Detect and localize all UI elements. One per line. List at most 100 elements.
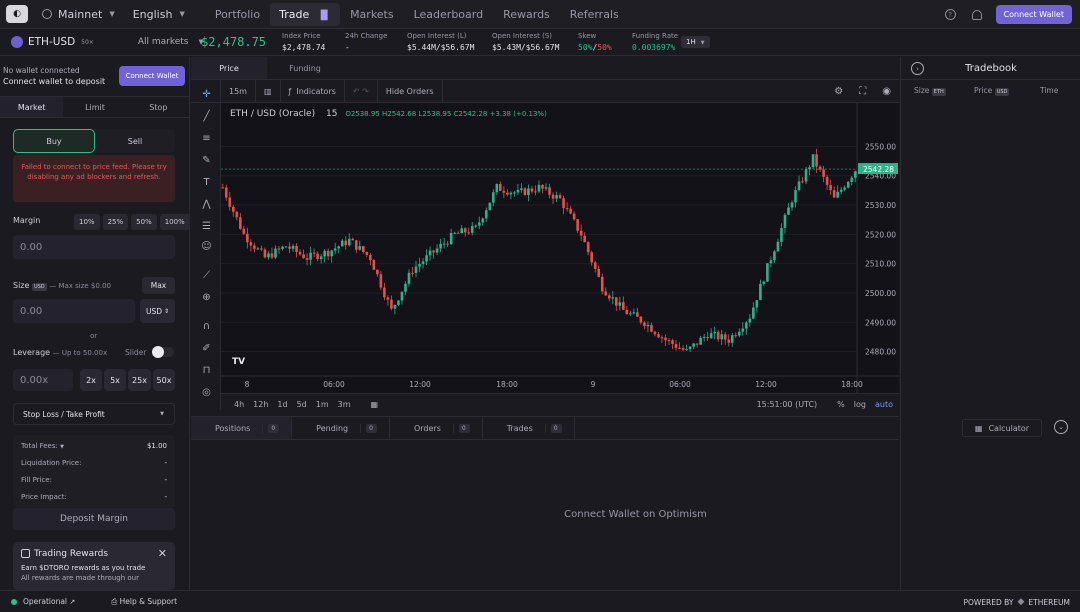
market-name[interactable]: ETH-USD — [28, 36, 75, 48]
candle-body — [755, 300, 759, 308]
undo-redo-icon[interactable]: ↶ ↷ — [345, 79, 378, 103]
status-text[interactable]: Operational ↗ — [23, 597, 75, 606]
bell-icon[interactable] — [971, 9, 982, 20]
range-1m[interactable]: 1m — [316, 400, 329, 409]
nav-leaderboard[interactable]: Leaderboard — [404, 8, 493, 21]
leverage-25x-button[interactable]: 25x — [128, 369, 151, 391]
chevron-down-icon[interactable]: ⌄ — [1054, 420, 1068, 434]
network-selector[interactable]: Mainnet ▼ — [42, 8, 115, 21]
close-icon[interactable]: ✕ — [158, 547, 167, 560]
candle-body — [695, 343, 699, 345]
tab-price[interactable]: Price — [191, 57, 267, 79]
leverage-5x-button[interactable]: 5x — [104, 369, 126, 391]
crosshair-icon[interactable]: ✛ — [200, 88, 213, 101]
leverage-input[interactable]: 0.00x — [13, 369, 73, 391]
nav-rewards[interactable]: Rewards — [493, 8, 560, 21]
interval-select[interactable]: 15m — [221, 79, 256, 103]
nav-trade[interactable]: Trade ▐▌ — [270, 2, 341, 26]
chain-label: ETHEREUM — [1028, 597, 1070, 607]
slider-toggle[interactable] — [152, 346, 174, 358]
nav-markets[interactable]: Markets — [340, 8, 404, 21]
zoom-icon[interactable]: ⊕ — [200, 291, 213, 304]
nav-referrals[interactable]: Referrals — [560, 8, 629, 21]
size-unit-tag: USD — [31, 283, 47, 291]
candle-body — [618, 302, 622, 306]
magnet-icon[interactable]: ∩ — [200, 320, 213, 333]
pattern-icon[interactable]: ⋀ — [200, 198, 213, 211]
lock-icon[interactable]: ⊓ — [200, 364, 213, 377]
stat-label: 24h Change — [345, 32, 388, 40]
pct-25-button[interactable]: 25% — [102, 214, 129, 230]
auto-scale[interactable]: auto — [875, 400, 893, 409]
pct-10-button[interactable]: 10% — [74, 214, 100, 230]
margin-input[interactable]: 0.00 — [13, 235, 175, 259]
calendar-icon[interactable]: ▦ — [371, 400, 379, 409]
chevron-right-icon[interactable]: › — [911, 62, 924, 75]
help-icon[interactable]: ? — [944, 9, 956, 20]
emoji-icon[interactable]: ☺ — [200, 240, 213, 253]
camera-icon[interactable]: ◉ — [874, 86, 899, 97]
all-markets-dropdown[interactable]: All markets ▼ — [138, 37, 204, 47]
range-12h[interactable]: 12h — [253, 400, 268, 409]
calculator-button[interactable]: ▦ Calculator — [962, 419, 1042, 437]
candle-body — [783, 214, 787, 228]
tab-pending[interactable]: Pending 0 — [292, 417, 390, 439]
leverage-50x-button[interactable]: 50x — [153, 369, 175, 391]
connect-wallet-small-button[interactable]: Connect Wallet — [119, 66, 185, 86]
connect-wallet-button[interactable]: Connect Wallet — [995, 5, 1072, 24]
candlestick-chart[interactable]: 2480.00 2490.00 2500.00 2510.00 2520.00 2530.… — [221, 103, 899, 393]
candle-body — [537, 184, 541, 192]
settings-icon[interactable]: ⚙ — [826, 86, 851, 97]
hide-orders-button[interactable]: Hide Orders — [378, 79, 443, 103]
tab-positions[interactable]: Positions 0 — [191, 417, 293, 439]
text-icon[interactable]: T — [200, 176, 213, 189]
tab-funding[interactable]: Funding — [267, 57, 343, 79]
tab-trades[interactable]: Trades 0 — [483, 417, 575, 439]
max-button[interactable]: Max — [142, 277, 175, 294]
app-logo[interactable]: ◐ — [6, 5, 28, 23]
candle-body — [773, 251, 776, 261]
sell-button[interactable]: Sell — [95, 129, 175, 153]
fullscreen-icon[interactable]: ⛶ — [851, 86, 874, 97]
leverage-2x-button[interactable]: 2x — [80, 369, 102, 391]
x-tick-label: 06:00 — [323, 380, 345, 389]
last-price-tag: 2542.28 — [863, 165, 894, 174]
price-impact-row: Price Impact: - — [21, 493, 167, 501]
price-feed-error: Failed to connect to price feed. Please … — [13, 155, 175, 202]
range-3m[interactable]: 3m — [338, 400, 351, 409]
fib-icon[interactable]: ≡ — [200, 132, 213, 145]
log-scale[interactable]: log — [854, 400, 866, 409]
chevron-down-icon[interactable]: ▼ — [60, 444, 64, 450]
range-5d[interactable]: 5d — [297, 400, 307, 409]
tab-stop[interactable]: Stop — [127, 97, 190, 117]
range-4h[interactable]: 4h — [234, 400, 244, 409]
pct-50-button[interactable]: 50% — [131, 214, 157, 230]
buy-button[interactable]: Buy — [13, 129, 95, 153]
deposit-margin-button[interactable]: Deposit Margin — [13, 508, 175, 530]
sl-tp-dropdown[interactable]: Stop Loss / Take Profit ▼ — [13, 403, 175, 425]
eye-icon[interactable]: ◎ — [200, 386, 213, 399]
price-chart[interactable]: 2480.00 2490.00 2500.00 2510.00 2520.00 2530.… — [221, 103, 899, 415]
trendline-icon[interactable]: ╱ — [200, 110, 213, 123]
pct-100-button[interactable]: 100% — [159, 214, 190, 230]
range-1d[interactable]: 1d — [277, 400, 287, 409]
language-selector[interactable]: English ▼ — [133, 8, 185, 21]
tab-limit[interactable]: Limit — [63, 97, 126, 117]
funding-period-select[interactable]: 1H ▼ — [681, 36, 710, 48]
tab-market[interactable]: Market — [0, 97, 64, 117]
ruler-icon[interactable]: ⟋ — [200, 269, 213, 282]
chevron-down-icon: ▼ — [179, 10, 185, 18]
y-tick-label: 2500.00 — [865, 289, 896, 298]
help-support-link[interactable]: ⎙ Help & Support — [111, 597, 177, 607]
size-input[interactable]: 0.00 — [13, 299, 135, 323]
pct-scale[interactable]: % — [837, 400, 845, 409]
brush-icon[interactable]: ✎ — [200, 154, 213, 167]
size-unit-select[interactable]: USD ⇕ — [140, 299, 175, 323]
nav-portfolio[interactable]: Portfolio — [205, 8, 270, 21]
indicators-button[interactable]: ƒ Indicators — [281, 79, 345, 103]
forecast-icon[interactable]: ☰ — [200, 220, 213, 233]
lock-drawing-icon[interactable]: ✐ — [200, 342, 213, 355]
tab-orders[interactable]: Orders 0 — [390, 417, 483, 439]
candle-body — [569, 208, 572, 214]
candle-type-icon[interactable]: ▥ — [256, 79, 281, 103]
